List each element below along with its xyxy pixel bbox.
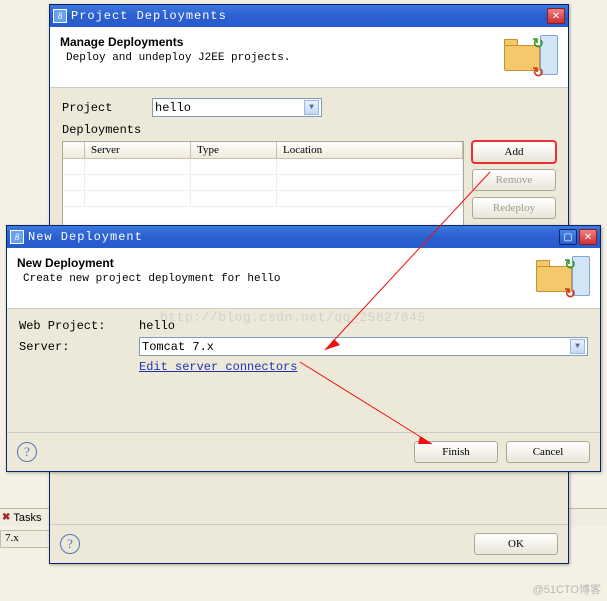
deployment-banner-icon: ↻↻	[502, 35, 558, 79]
help-icon[interactable]: ?	[60, 534, 80, 554]
dialog2-heading: New Deployment	[17, 256, 534, 270]
maximize-icon[interactable]: ▢	[559, 229, 577, 245]
table-row	[63, 175, 463, 191]
project-label: Project	[62, 101, 152, 115]
new-deployment-window: 8 New Deployment ▢ ✕ New Deployment Crea…	[6, 225, 601, 472]
col-type[interactable]: Type	[191, 142, 277, 158]
titlebar-1[interactable]: 8 Project Deployments ✕	[50, 5, 568, 27]
web-project-value: hello	[139, 319, 175, 333]
col-location[interactable]: Location	[277, 142, 463, 158]
tasks-label: Tasks	[13, 512, 41, 524]
remove-button: Remove	[472, 169, 556, 191]
app-icon: 8	[53, 9, 67, 23]
server-select[interactable]: Tomcat 7.x ▼	[139, 337, 588, 356]
table-row	[63, 191, 463, 207]
close-icon[interactable]: ✕	[547, 8, 565, 24]
col-server[interactable]: Server	[85, 142, 191, 158]
table-row	[63, 159, 463, 175]
chevron-down-icon: ▼	[570, 339, 585, 354]
project-select-value: hello	[155, 101, 304, 115]
server-label: Server:	[19, 340, 139, 354]
dialog1-header: Manage Deployments Deploy and undeploy J…	[50, 27, 568, 88]
error-icon: ✖	[2, 512, 10, 523]
dialog2-header: New Deployment Create new project deploy…	[7, 248, 600, 309]
finish-button[interactable]: Finish	[414, 441, 498, 463]
dialog1-heading: Manage Deployments	[60, 35, 502, 49]
background-server-entry: 7.x	[0, 530, 52, 548]
dialog2-subheading: Create new project deployment for hello	[17, 273, 534, 285]
window-title: Project Deployments	[71, 9, 547, 23]
server-select-value: Tomcat 7.x	[142, 340, 570, 354]
ok-button[interactable]: OK	[474, 533, 558, 555]
edit-connectors-link[interactable]: Edit server connectors	[139, 360, 297, 374]
chevron-down-icon: ▼	[304, 100, 319, 115]
redeploy-button: Redeploy	[472, 197, 556, 219]
close-icon[interactable]: ✕	[579, 229, 597, 245]
add-button[interactable]: Add	[472, 141, 556, 163]
help-icon[interactable]: ?	[17, 442, 37, 462]
window2-title: New Deployment	[28, 230, 559, 244]
deployments-label: Deployments	[62, 123, 141, 137]
app-icon: 8	[10, 230, 24, 244]
deployment-banner-icon: ↻↻	[534, 256, 590, 300]
project-select[interactable]: hello ▼	[152, 98, 322, 117]
web-project-label: Web Project:	[19, 319, 139, 333]
brand-text: @51CTO博客	[533, 581, 601, 597]
titlebar-2[interactable]: 8 New Deployment ▢ ✕	[7, 226, 600, 248]
cancel-button[interactable]: Cancel	[506, 441, 590, 463]
dialog1-subheading: Deploy and undeploy J2EE projects.	[60, 52, 502, 64]
